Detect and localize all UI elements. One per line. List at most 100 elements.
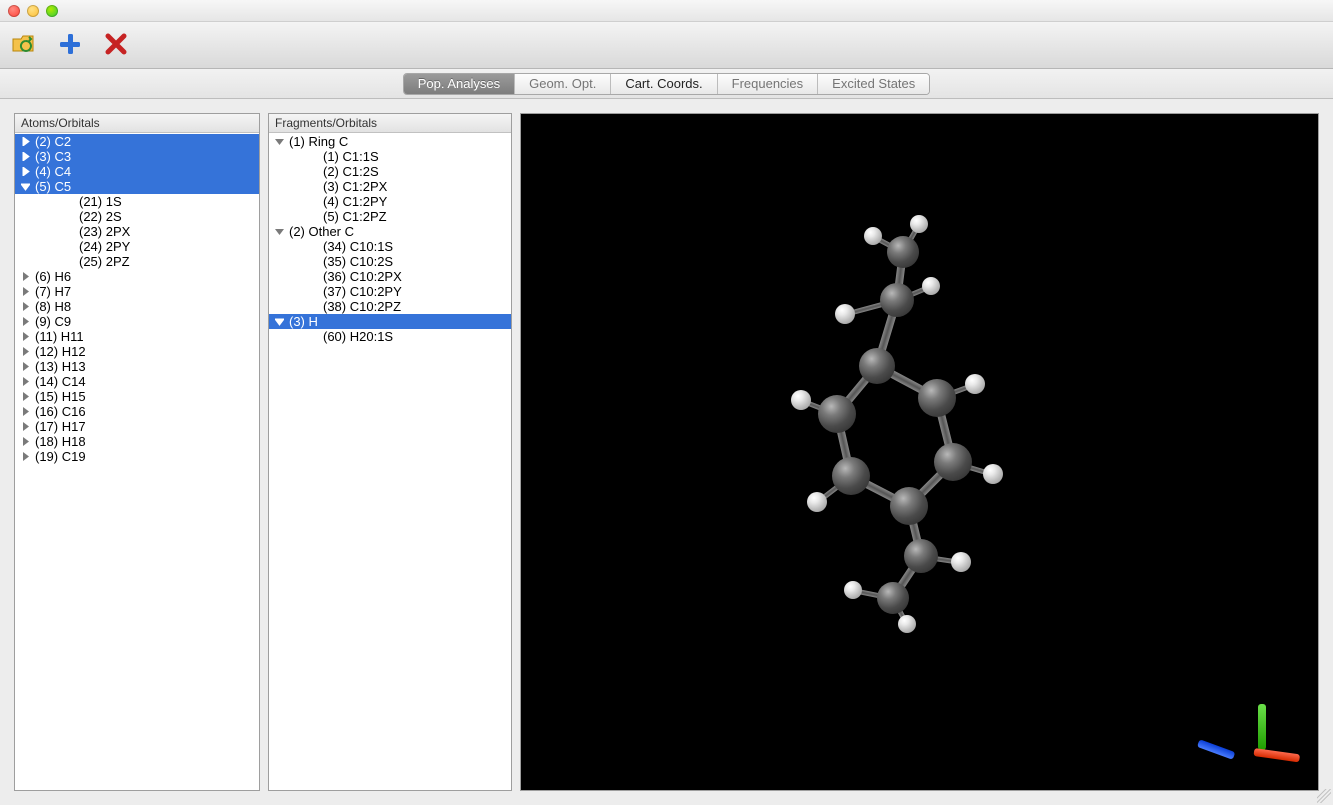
tree-row[interactable]: (24) 2PY	[15, 239, 259, 254]
disclosure-right-icon[interactable]	[19, 391, 31, 403]
tab-excited-states[interactable]: Excited States	[818, 74, 929, 94]
disclosure-down-icon[interactable]	[273, 316, 285, 328]
hydrogen-atom	[864, 227, 882, 245]
tree-row[interactable]: (6) H6	[15, 269, 259, 284]
disclosure-right-icon[interactable]	[19, 271, 31, 283]
tree-row[interactable]: (34) C10:1S	[269, 239, 511, 254]
tree-row[interactable]: (18) H18	[15, 434, 259, 449]
disclosure-right-icon[interactable]	[19, 421, 31, 433]
tree-row[interactable]: (16) C16	[15, 404, 259, 419]
tree-row[interactable]: (2) C2	[15, 134, 259, 149]
resize-grip[interactable]	[1317, 789, 1331, 803]
tree-row[interactable]: (35) C10:2S	[269, 254, 511, 269]
disclosure-right-icon[interactable]	[19, 406, 31, 418]
carbon-atom	[832, 457, 870, 495]
tree-row[interactable]: (14) C14	[15, 374, 259, 389]
tree-row[interactable]: (13) H13	[15, 359, 259, 374]
open-file-button[interactable]	[10, 31, 38, 59]
tree-row[interactable]: (19) C19	[15, 449, 259, 464]
tree-row[interactable]: (17) H17	[15, 419, 259, 434]
tree-row-label: (17) H17	[33, 419, 86, 434]
tree-row[interactable]: (11) H11	[15, 329, 259, 344]
disclosure-right-icon[interactable]	[19, 346, 31, 358]
add-button[interactable]	[56, 31, 84, 59]
tree-row-label: (7) H7	[33, 284, 71, 299]
atoms-orbitals-tree[interactable]: (2) C2(3) C3(4) C4(5) C5(21) 1S(22) 2S(2…	[15, 133, 259, 790]
tree-row[interactable]: (5) C1:2PZ	[269, 209, 511, 224]
tree-row[interactable]: (7) H7	[15, 284, 259, 299]
tree-row[interactable]: (15) H15	[15, 389, 259, 404]
tree-row[interactable]: (21) 1S	[15, 194, 259, 209]
tree-row[interactable]: (4) C4	[15, 164, 259, 179]
disclosure-right-icon[interactable]	[19, 136, 31, 148]
disclosure-right-icon[interactable]	[19, 376, 31, 388]
tab-pop-analyses[interactable]: Pop. Analyses	[404, 74, 515, 94]
tree-row[interactable]: (3) H	[269, 314, 511, 329]
tree-row[interactable]: (1) C1:1S	[269, 149, 511, 164]
disclosure-down-icon[interactable]	[19, 181, 31, 193]
tree-row-label: (35) C10:2S	[321, 254, 393, 269]
disclosure-right-icon[interactable]	[19, 286, 31, 298]
tree-row[interactable]: (9) C9	[15, 314, 259, 329]
tree-row-label: (1) Ring C	[287, 134, 348, 149]
tree-row[interactable]: (3) C3	[15, 149, 259, 164]
tree-row[interactable]: (5) C5	[15, 179, 259, 194]
disclosure-right-icon[interactable]	[19, 301, 31, 313]
tree-row-label: (12) H12	[33, 344, 86, 359]
tree-row[interactable]: (2) Other C	[269, 224, 511, 239]
disclosure-right-icon[interactable]	[19, 361, 31, 373]
atoms-orbitals-panel: Atoms/Orbitals (2) C2(3) C3(4) C4(5) C5(…	[14, 113, 260, 791]
tree-row-label: (8) H8	[33, 299, 71, 314]
disclosure-right-icon[interactable]	[19, 451, 31, 463]
tree-row-label: (5) C5	[33, 179, 71, 194]
disclosure-down-icon[interactable]	[273, 136, 285, 148]
hydrogen-atom	[791, 390, 811, 410]
hydrogen-atom	[844, 581, 862, 599]
fragments-orbitals-tree[interactable]: (1) Ring C(1) C1:1S(2) C1:2S(3) C1:2PX(4…	[269, 133, 511, 790]
tree-row[interactable]: (2) C1:2S	[269, 164, 511, 179]
window-controls	[8, 5, 58, 17]
axis-gizmo	[1228, 700, 1300, 772]
carbon-atom	[880, 283, 914, 317]
molecule-viewer[interactable]	[520, 113, 1319, 791]
disclosure-right-icon[interactable]	[19, 331, 31, 343]
tree-row-label: (11) H11	[33, 329, 84, 344]
carbon-atom	[890, 487, 928, 525]
tree-row[interactable]: (1) Ring C	[269, 134, 511, 149]
tree-row[interactable]: (22) 2S	[15, 209, 259, 224]
tree-row[interactable]: (60) H20:1S	[269, 329, 511, 344]
disclosure-right-icon[interactable]	[19, 316, 31, 328]
disclosure-right-icon[interactable]	[19, 151, 31, 163]
tree-row-label: (16) C16	[33, 404, 86, 419]
tree-row[interactable]: (36) C10:2PX	[269, 269, 511, 284]
carbon-atom	[887, 236, 919, 268]
disclosure-right-icon[interactable]	[19, 166, 31, 178]
tree-row[interactable]: (37) C10:2PY	[269, 284, 511, 299]
tree-row[interactable]: (23) 2PX	[15, 224, 259, 239]
disclosure-right-icon[interactable]	[19, 436, 31, 448]
hydrogen-atom	[951, 552, 971, 572]
hydrogen-atom	[807, 492, 827, 512]
tree-row[interactable]: (4) C1:2PY	[269, 194, 511, 209]
tab-frequencies[interactable]: Frequencies	[718, 74, 819, 94]
tree-row-label: (13) H13	[33, 359, 86, 374]
carbon-atom	[934, 443, 972, 481]
tab-cart-coords[interactable]: Cart. Coords.	[611, 74, 717, 94]
tree-row-label: (3) H	[287, 314, 318, 329]
tree-row[interactable]: (3) C1:2PX	[269, 179, 511, 194]
remove-button[interactable]	[102, 31, 130, 59]
tree-row[interactable]: (38) C10:2PZ	[269, 299, 511, 314]
toolbar	[0, 22, 1333, 69]
close-window-button[interactable]	[8, 5, 20, 17]
tree-row[interactable]: (8) H8	[15, 299, 259, 314]
x-icon	[103, 31, 129, 60]
zoom-window-button[interactable]	[46, 5, 58, 17]
disclosure-down-icon[interactable]	[273, 226, 285, 238]
tree-row[interactable]: (25) 2PZ	[15, 254, 259, 269]
tree-row[interactable]: (12) H12	[15, 344, 259, 359]
tab-geom-opt[interactable]: Geom. Opt.	[515, 74, 611, 94]
tree-row-label: (1) C1:1S	[321, 149, 379, 164]
tree-row-label: (5) C1:2PZ	[321, 209, 387, 224]
content-area: Atoms/Orbitals (2) C2(3) C3(4) C4(5) C5(…	[0, 99, 1333, 805]
minimize-window-button[interactable]	[27, 5, 39, 17]
